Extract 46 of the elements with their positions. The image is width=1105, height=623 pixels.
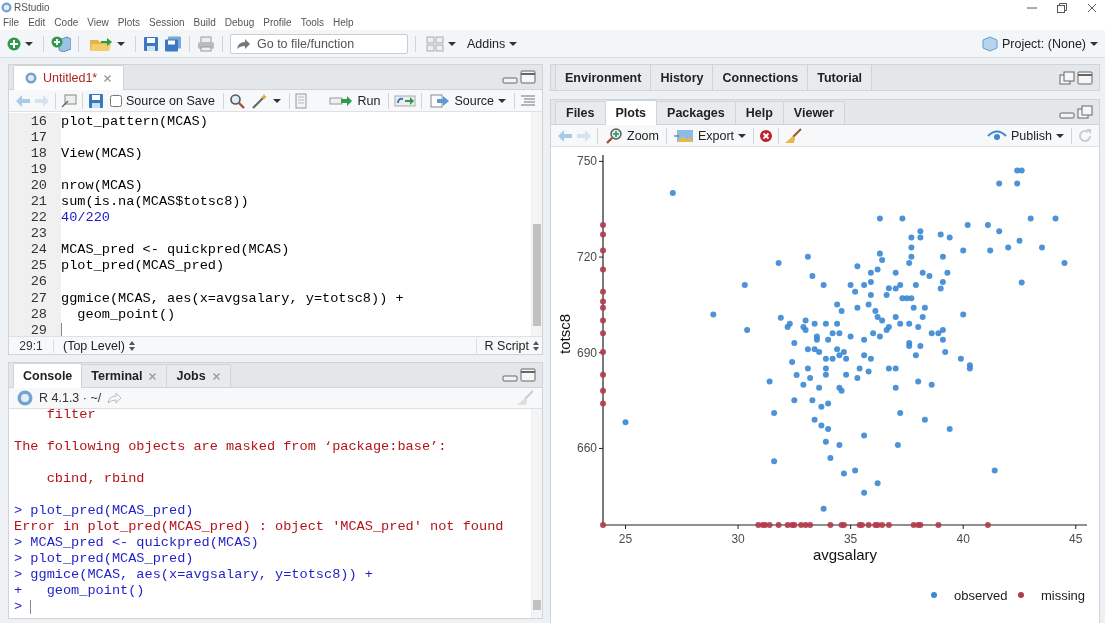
code-line: plot_pred(MCAS_pred) (61, 258, 225, 274)
console-line: The following objects are masked from ‘package:base’: (14, 439, 447, 455)
tick-label: 45 (1069, 532, 1083, 546)
line-number: 17 (9, 129, 61, 146)
line-number: 28 (9, 306, 61, 323)
line-number: 27 (9, 290, 61, 307)
console-line: > ggmice(MCAS, aes(x=avgsalary, y=totsc8)) + (14, 567, 373, 583)
code-line: ggmice(MCAS, aes(x=avgsalary, y=totsc8)) + (61, 290, 404, 306)
code-line: geom_point() (76, 306, 176, 322)
checkbox-label: Source on Save (126, 93, 215, 108)
cursor-position: 29:1 (9, 338, 54, 353)
tick-label: 25 (618, 532, 633, 546)
code-line: MCAS_pred <- quickpred(MCAS) (61, 242, 290, 258)
tick-label: 30 (731, 532, 745, 546)
line-number: 19 (9, 161, 61, 178)
code-line: plot_pattern(MCAS) (61, 113, 208, 129)
tick-label: 750 (576, 154, 597, 169)
console-line: > (14, 599, 23, 615)
console-line: cbind, rbind (45, 471, 145, 487)
line-number: 16 (9, 113, 61, 130)
tick-label: 40 (956, 532, 970, 546)
line-number: 18 (9, 145, 61, 162)
console-line: Error in plot_pred(MCAS_pred) : object 'MCAS_pred' not found (14, 519, 504, 535)
line-number: 29 (9, 322, 61, 336)
code-line: nrow(MCAS) (61, 177, 143, 193)
r-version: R 4.1.3 · ~/ (39, 391, 102, 405)
console-line: + geom_point() (14, 583, 145, 599)
code-line: sum(is.na(MCAS$totsc8)) (61, 194, 249, 209)
tick-label: 690 (576, 345, 597, 360)
tick-label: 35 (843, 532, 858, 546)
tick-label: 660 (576, 441, 597, 456)
console-line: > plot_pred(MCAS_pred) (14, 503, 194, 519)
console-line: > plot_pred(MCAS_pred) (14, 551, 194, 567)
line-number: 21 (9, 193, 61, 210)
code-line: 40/220 (61, 210, 110, 226)
tick-label: 720 (576, 250, 597, 265)
console-line: > MCAS_pred <- quickpred(MCAS) (14, 535, 259, 551)
console-line: filter (45, 409, 96, 423)
tab-label: Untitled1* (43, 71, 98, 85)
legend-label: observed (954, 588, 1008, 603)
x-axis-label: avgsalary (812, 546, 878, 563)
y-axis-label: totsc8 (556, 314, 573, 354)
code-line: View(MCAS) (61, 145, 143, 161)
line-number: 20 (9, 177, 61, 194)
legend-label: missing (1041, 588, 1086, 603)
window-title: RStudio (14, 2, 50, 13)
